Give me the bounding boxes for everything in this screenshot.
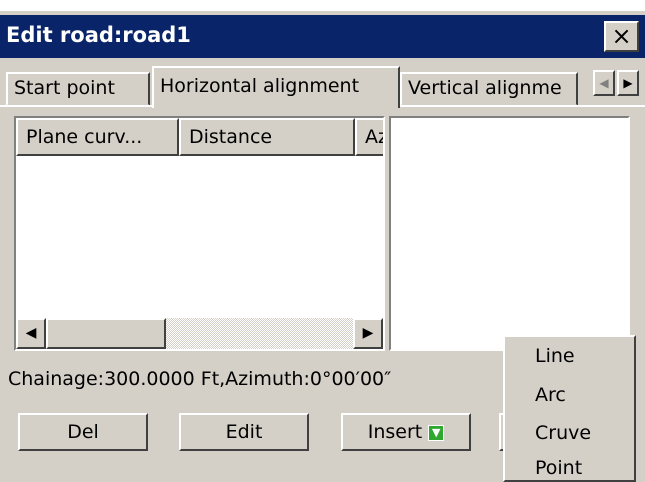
menu-item-line[interactable]: Line — [535, 345, 575, 367]
insert-button[interactable]: Insert ▼ — [341, 413, 471, 451]
alignment-list[interactable]: Plane curv... Distance Az ◀ ▶ — [14, 116, 385, 351]
tab-start-point[interactable]: Start point — [6, 72, 150, 106]
dialog-title: Edit road:road1 — [6, 23, 191, 47]
menu-item-point[interactable]: Point — [535, 457, 582, 479]
del-button[interactable]: Del — [18, 413, 148, 451]
menu-item-cruve[interactable]: Cruve — [535, 422, 591, 444]
dropdown-arrow-icon: ▼ — [428, 424, 445, 441]
scroll-thumb[interactable] — [46, 318, 166, 349]
tab-horizontal-alignment[interactable]: Horizontal alignment — [152, 66, 400, 108]
tab-scroll-left-icon[interactable]: ◀ — [593, 70, 615, 96]
column-header-azimuth[interactable]: Az — [355, 118, 383, 156]
scroll-left-icon[interactable]: ◀ — [16, 318, 46, 349]
column-header-distance[interactable]: Distance — [179, 118, 355, 156]
close-icon: × — [611, 22, 632, 50]
tab-strip: Start point Horizontal alignment Vertica… — [0, 66, 645, 108]
menu-item-arc[interactable]: Arc — [535, 384, 566, 406]
title-bar: Edit road:road1 × — [0, 15, 645, 58]
close-button[interactable]: × — [604, 21, 639, 52]
tab-vertical-alignment[interactable]: Vertical alignme — [400, 72, 578, 106]
alignment-preview — [389, 116, 630, 351]
edit-button[interactable]: Edit — [179, 413, 309, 451]
horizontal-scrollbar[interactable]: ◀ ▶ — [16, 318, 383, 349]
chainage-azimuth-status: Chainage:300.0000 Ft,Azimuth:0°00′00″ — [8, 368, 392, 390]
insert-label: Insert — [367, 421, 423, 443]
scroll-right-icon[interactable]: ▶ — [353, 318, 383, 349]
column-header-plane-curve[interactable]: Plane curv... — [16, 118, 179, 156]
insert-dropdown-menu: Line Arc Cruve Point — [503, 335, 636, 482]
tab-scroll-right-icon[interactable]: ▶ — [617, 70, 639, 96]
